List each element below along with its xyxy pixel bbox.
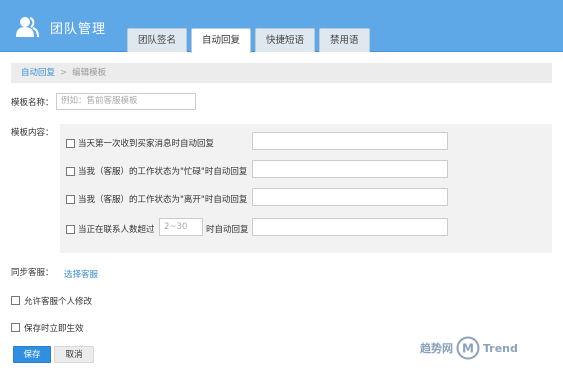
- template-name-label: 模板名称：: [11, 98, 54, 108]
- option-away-checkbox[interactable]: [66, 195, 75, 204]
- breadcrumb-auto-reply-link[interactable]: 自动回复: [21, 68, 55, 78]
- allow-edit-checkbox[interactable]: [11, 296, 20, 305]
- apply-on-save-checkbox[interactable]: [11, 323, 20, 332]
- template-content-label: 模板内容：: [11, 128, 54, 138]
- apply-on-save-label: 保存时立即生效: [24, 324, 84, 334]
- option-first-message-reply-input[interactable]: [252, 132, 448, 150]
- option-away-reply-input[interactable]: [252, 188, 448, 206]
- save-button[interactable]: 保存: [13, 346, 51, 363]
- tab-auto-reply[interactable]: 自动回复: [191, 28, 252, 53]
- cancel-button[interactable]: 取消: [54, 346, 94, 363]
- sync-label: 同步客服：: [11, 268, 54, 278]
- option-contacts-exceed-checkbox[interactable]: [66, 225, 75, 234]
- option-contacts-exceed-reply-input[interactable]: [252, 218, 448, 236]
- trend-logo-letter: M: [462, 342, 474, 356]
- team-users-icon: [16, 17, 39, 38]
- tab-banned-words[interactable]: 禁用语: [319, 28, 370, 52]
- option-busy-checkbox[interactable]: [66, 167, 75, 176]
- template-name-input[interactable]: 例如：售前客服模板: [56, 93, 196, 110]
- contacts-count-input[interactable]: 2~30: [159, 218, 203, 236]
- tab-bar: 团队签名 自动回复 快捷短语 禁用语: [127, 28, 374, 53]
- option-busy-reply-input[interactable]: [252, 160, 448, 178]
- option-contacts-exceed-suffix: 时自动回复: [206, 225, 249, 235]
- watermark: 趋势网 M Trend: [420, 336, 518, 360]
- breadcrumb-separator: >: [60, 68, 68, 78]
- template-content-panel: 当天第一次收到买家消息时自动回复 当我（客服）的工作状态为"忙碌"时自动回复 当…: [60, 124, 552, 253]
- breadcrumb-current: 编辑模板: [72, 68, 107, 78]
- option-busy-label: 当我（客服）的工作状态为"忙碌"时自动回复: [78, 167, 248, 177]
- app-title: 团队管理: [50, 21, 107, 37]
- select-service-link[interactable]: 选择客服: [64, 268, 98, 280]
- top-header-bar: 团队管理 团队签名 自动回复 快捷短语 禁用语: [0, 0, 563, 53]
- watermark-text-cn: 趋势网: [420, 342, 453, 355]
- trend-logo-icon: M: [456, 336, 480, 360]
- option-first-message-label: 当天第一次收到买家消息时自动回复: [78, 139, 215, 149]
- watermark-text-en: Trend: [483, 341, 518, 355]
- tab-team-signature[interactable]: 团队签名: [127, 28, 188, 52]
- option-away-label: 当我（客服）的工作状态为"离开"时自动回复: [78, 195, 248, 205]
- breadcrumb: 自动回复 > 编辑模板: [11, 63, 552, 83]
- tab-quick-phrases[interactable]: 快捷短语: [255, 28, 316, 52]
- option-contacts-exceed-label: 当正在联系人数超过: [78, 225, 155, 235]
- option-first-message-checkbox[interactable]: [66, 139, 75, 148]
- allow-edit-label: 允许客服个人修改: [24, 297, 93, 307]
- brand: 团队管理: [14, 14, 106, 40]
